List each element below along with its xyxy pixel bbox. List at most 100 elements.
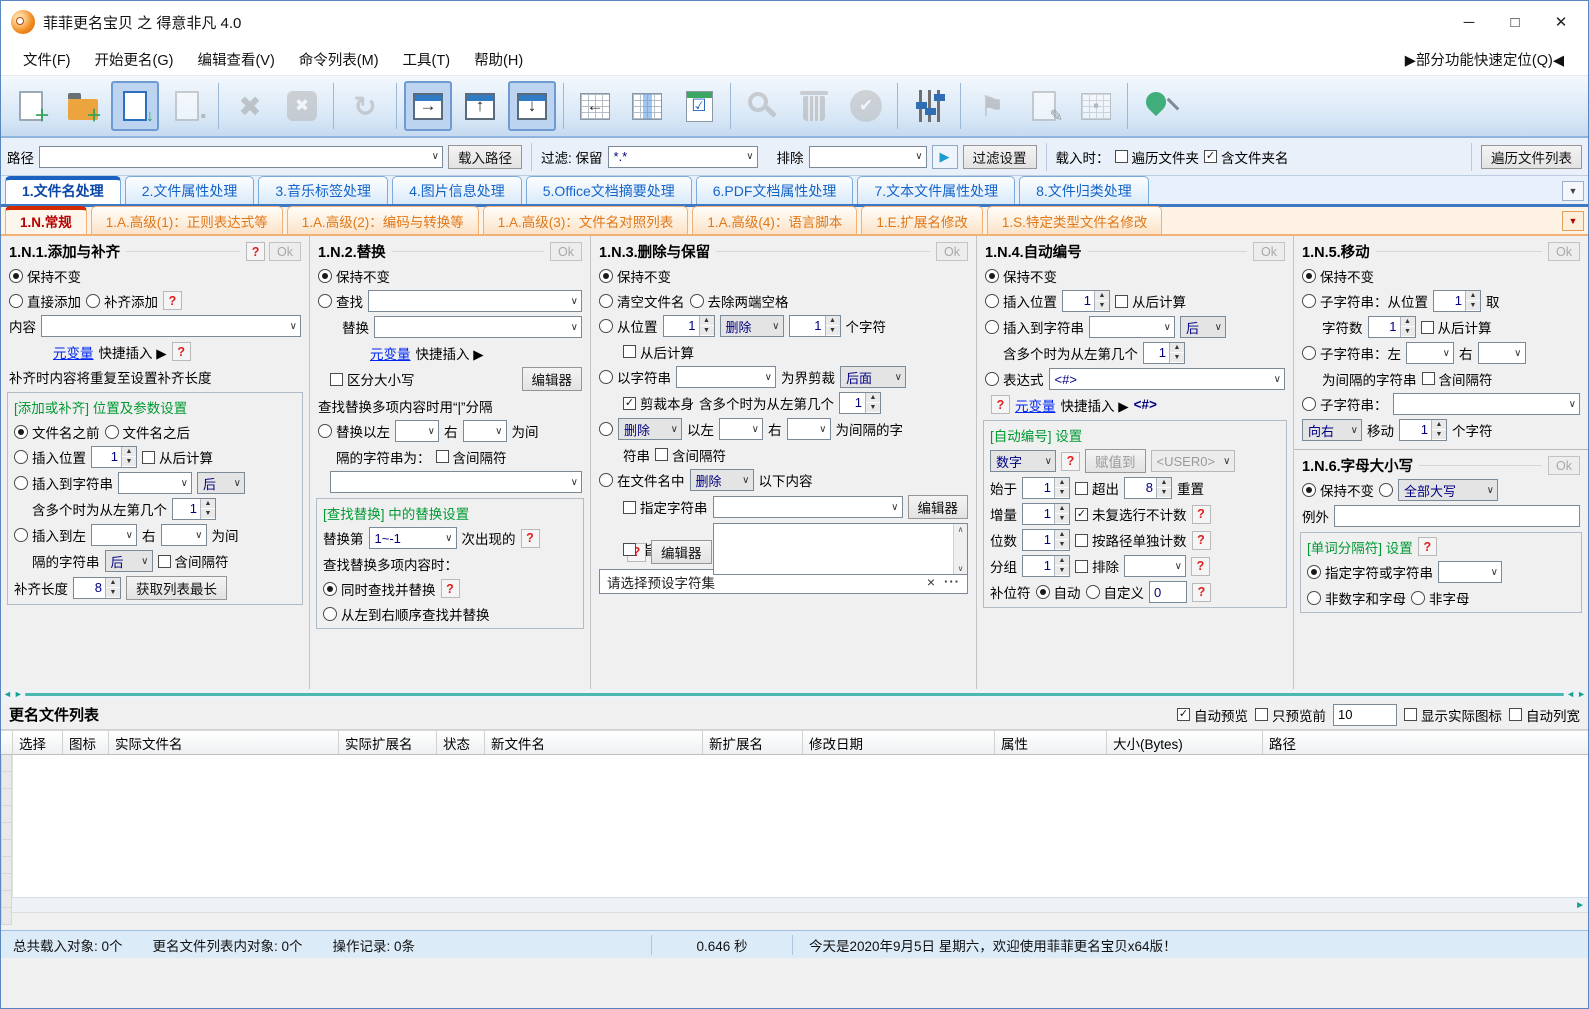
ok-button[interactable]: Ok [1253,242,1285,261]
scroll-right-icon[interactable]: ► [1575,900,1585,911]
close-button[interactable]: ✕ [1538,5,1584,39]
select-column-icon[interactable] [623,81,671,131]
exception-input[interactable] [1334,505,1580,527]
auto-preview-checkbox[interactable]: ✓ 自动预览 [1177,705,1248,725]
checkbox[interactable]: 从后计算 [142,447,213,467]
column-header[interactable]: 实际文件名 [109,731,339,754]
ok-button[interactable]: Ok [936,242,968,261]
help-button[interactable]: ? [1191,530,1211,550]
tab-main-2[interactable]: 2.文件属性处理 [124,176,255,204]
filter-exclude-combo[interactable]: ∨ [808,145,927,168]
combo-box[interactable]: 后面 ∨ [840,366,906,388]
editor-button[interactable]: 编辑器 [521,367,582,391]
combo-box[interactable]: ∨ [462,420,507,442]
ok-button[interactable]: Ok [1548,456,1580,475]
more-icon[interactable]: ··· [944,574,960,589]
combo-box[interactable]: ∨ [1124,555,1186,577]
export-table-icon[interactable]: ▪ [1072,81,1120,131]
ok-button[interactable]: Ok [550,242,582,261]
file-table-body[interactable] [1,755,1588,925]
help-button[interactable]: ? [1191,556,1210,576]
flag-icon[interactable]: ⚑ [968,81,1016,131]
delete-confirm-icon[interactable] [790,81,838,131]
combo-box[interactable]: ∨ [395,420,439,442]
combo-box[interactable]: 后 ∨ [104,550,153,572]
radio-option[interactable]: 保持不变 [1302,266,1374,286]
combo-box[interactable]: ∨ [1438,561,1502,583]
checkbox[interactable]: ✓ 剪裁本身 [623,393,694,413]
show-real-icons-checkbox[interactable]: 显示实际图标 [1404,705,1502,725]
tab-sub-2[interactable]: 1.A.高级(1)：正则表达式等 [90,206,283,234]
editor-button[interactable]: 编辑器 [907,495,968,519]
radio-option[interactable]: 文件名之前 [14,422,100,442]
help-button[interactable]: ? [171,342,191,361]
menu-item[interactable]: 文件(F) [11,45,83,74]
freeze-column-icon[interactable]: ← [571,81,619,131]
radio-option[interactable]: 自定义 [1085,582,1144,602]
main-tabs-overflow-button[interactable]: ▼ [1562,181,1584,201]
menu-item[interactable]: 开始更名(G) [83,45,186,74]
check-list-icon[interactable]: ☑ [675,81,723,131]
tab-main-6[interactable]: 6.PDF文档属性处理 [695,176,854,204]
preview-first-checkbox[interactable]: 只预览前 [1255,705,1326,725]
remove-all-icon[interactable]: ✖ [278,81,326,131]
radio-option[interactable]: 清空文件名 [599,291,685,311]
combo-box[interactable]: ∨ [91,524,137,546]
menu-item[interactable]: 编辑查看(V) [185,45,286,74]
button[interactable]: 获取列表最长 [126,576,227,600]
combo-box[interactable]: 全部大写 ∨ [1398,479,1498,501]
add-folder-icon[interactable]: ＋ [59,81,107,131]
help-button[interactable]: ? [1417,537,1437,556]
radio-option[interactable]: 保持不变 [985,266,1057,286]
radio-option[interactable]: 子字符串：从位置 [1302,291,1428,311]
sub-tabs-overflow-button[interactable]: ▼ [1562,211,1584,231]
help-button[interactable]: ? [440,579,460,598]
combo-box[interactable]: 1~-1 ∨ [368,527,457,549]
combo-box[interactable]: ∨ [330,471,582,493]
tab-main-1[interactable]: 1.文件名处理 [5,176,121,204]
combo-box[interactable]: ∨ [676,366,776,388]
panel-splitter[interactable]: ◄ ► ◄ ► [1,689,1588,700]
charset-textarea[interactable]: ∧ ∨ [712,523,968,575]
pin-icon[interactable] [1135,81,1183,131]
spinner[interactable]: 1 ▲ ▼ [1022,503,1070,525]
radio-option[interactable]: 从左到右顺序查找并替换 [323,604,490,624]
radio-option[interactable]: 插入到左 [14,525,86,545]
ok-button[interactable]: Ok [269,242,301,261]
checkbox[interactable]: 含间隔符 [655,445,726,465]
apply-filter-button[interactable]: ▶ [931,144,958,169]
ok-button[interactable]: Ok [1548,242,1580,261]
spinner[interactable]: 1 ▲ ▼ [662,315,715,337]
combo-box[interactable]: 数字 ∨ [990,450,1056,472]
column-header[interactable]: 属性 [995,731,1107,754]
preview-count-input[interactable]: 10 [1333,703,1397,726]
radio-option[interactable] [1379,483,1393,497]
button[interactable]: 赋值到 [1085,449,1146,473]
radio-option[interactable]: 表达式 [985,369,1044,389]
column-header[interactable]: 新扩展名 [703,731,803,754]
tab-sub-4[interactable]: 1.A.高级(3)：文件名对照列表 [482,206,689,234]
splitter-right-arrow-icon[interactable]: ► [1577,690,1586,699]
checkbox[interactable]: 含间隔符 [435,447,507,467]
load-list-icon[interactable]: ↓ [111,81,159,131]
tab-sub-7[interactable]: 1.S.特定类型文件名修改 [986,206,1163,234]
metavar-link[interactable]: 元变量 [1015,395,1056,415]
spinner[interactable]: 1 ▲ ▼ [1062,290,1110,312]
spinner[interactable]: 1 ▲ ▼ [1433,290,1481,312]
spinner[interactable]: 1 ▲ ▼ [1367,316,1416,338]
column-header[interactable]: 路径 [1263,731,1588,754]
spinner[interactable]: 1 ▲ ▼ [172,498,216,520]
column-header[interactable]: 修改日期 [803,731,995,754]
spinner[interactable]: 1 ▲ ▼ [788,315,841,337]
radio-option[interactable] [599,422,613,436]
radio-option[interactable]: 插入位置 [985,291,1057,311]
combo-box[interactable]: 后 ∨ [197,472,245,494]
tab-sub-5[interactable]: 1.A.高级(4)：语言脚本 [692,206,858,234]
splitter-left-arrow-icon[interactable]: ◄ [1566,690,1575,699]
edit-list-icon[interactable]: ✎ [1020,81,1068,131]
radio-option[interactable]: 在文件名中 [599,470,685,490]
radio-option[interactable]: 自动 [1035,582,1081,602]
find-combo[interactable]: ∨ [368,290,582,312]
radio-option[interactable]: 保持不变 [318,266,390,286]
combo-box[interactable]: ∨ [719,418,763,440]
